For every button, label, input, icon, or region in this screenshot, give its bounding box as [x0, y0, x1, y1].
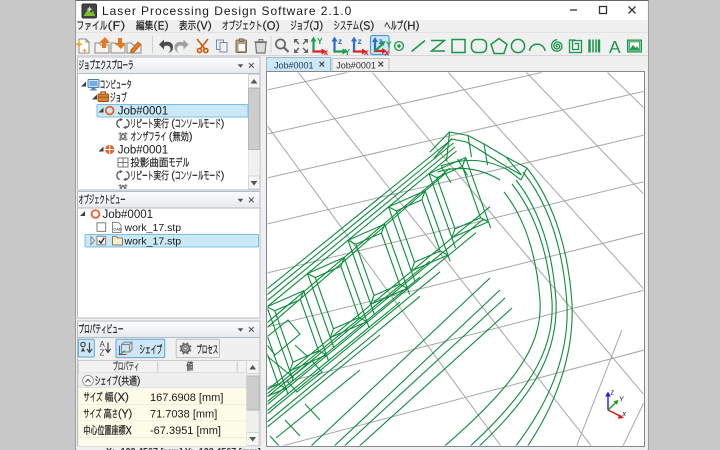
svg-text:Laser Processing Design Softwa: Laser Processing Design Software 2.1.0 — [102, 4, 352, 18]
svg-text:Job#0001: Job#0001 — [118, 145, 169, 157]
svg-text:CAD: CAD — [113, 227, 122, 232]
svg-text:-67.3951 [mm]: -67.3951 [mm] — [150, 425, 221, 437]
svg-text:Z: Z — [100, 349, 105, 358]
svg-text:Y: Y — [317, 36, 323, 46]
svg-text:work_17.stp: work_17.stp — [124, 236, 182, 248]
svg-text:Job#0001: Job#0001 — [336, 61, 376, 71]
svg-text:71.7038 [mm]: 71.7038 [mm] — [150, 409, 217, 421]
svg-text:x: x — [324, 47, 329, 57]
svg-text:x: x — [622, 411, 627, 418]
svg-text:Job#0001: Job#0001 — [118, 106, 169, 118]
svg-text:Job#0001: Job#0001 — [103, 209, 154, 221]
svg-text:z: z — [358, 36, 362, 46]
svg-text:z: z — [338, 36, 342, 46]
svg-text:x: x — [385, 47, 390, 57]
svg-text:z: z — [610, 390, 615, 397]
svg-text:Job#0001: Job#0001 — [274, 61, 314, 71]
svg-text:x: x — [364, 47, 369, 57]
svg-text:work_17.stp: work_17.stp — [124, 222, 182, 234]
svg-text:A: A — [609, 37, 621, 57]
svg-text:167.6908 [mm]: 167.6908 [mm] — [150, 392, 223, 404]
svg-text:z: z — [379, 36, 383, 46]
svg-text:Y: Y — [345, 47, 351, 57]
